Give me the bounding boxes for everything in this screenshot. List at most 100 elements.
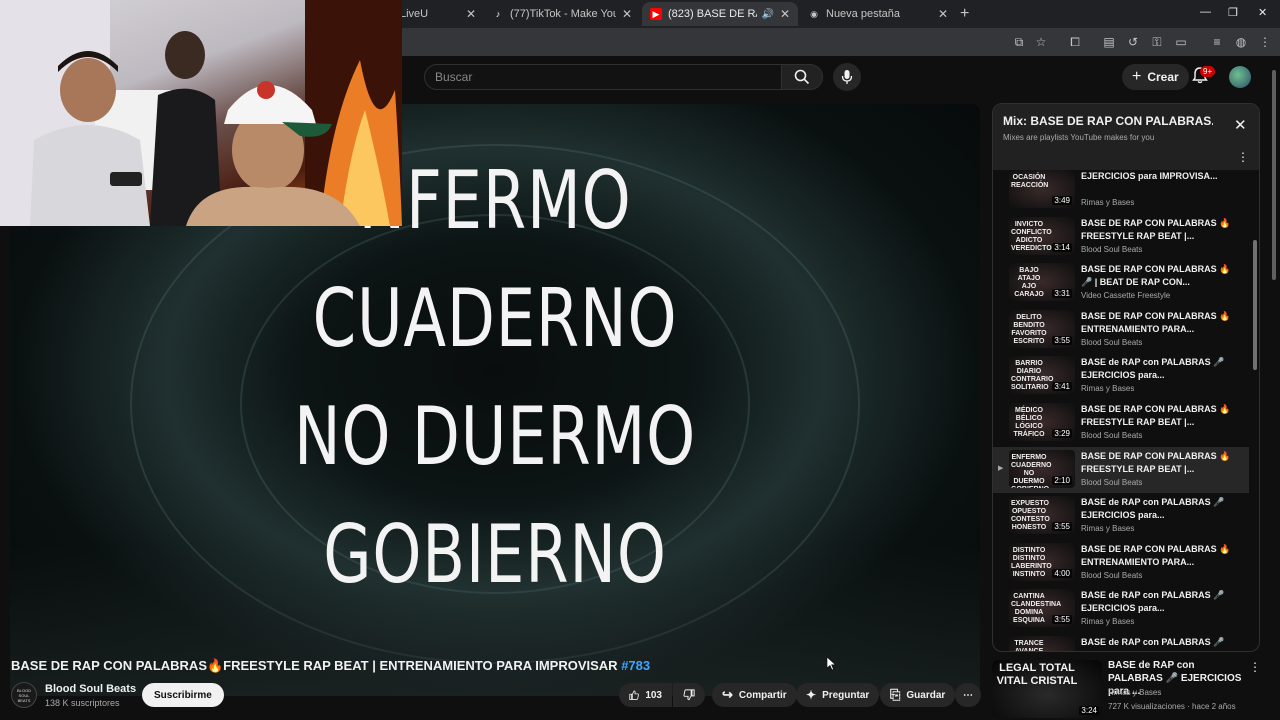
recommendation-channel[interactable]: Rimas y Bases [1108,688,1161,697]
password-key-icon[interactable]: ⚿ [1150,35,1164,49]
recommendation-thumb-text: LEGAL TOTAL VITAL CRISTAL [996,662,1078,687]
playlist-item-channel: Blood Soul Beats [1081,477,1143,487]
playlist-item[interactable]: CANTINA CLANDESTINA DOMINA ESQUINA 3:55 BA… [993,586,1249,632]
playlist-item-title[interactable]: BASE DE RAP CON PALABRAS 🔥FREESTYLE RAP … [1081,403,1241,429]
extensions-icon[interactable]: ⧠ [1068,35,1082,49]
channel-avatar[interactable]: BLOOD SOUL BEATS [11,682,37,708]
tab-youtube[interactable]: ▶ (823) BASE DE RAP CON PAL 🔊 ✕ [642,2,798,26]
playlist-item[interactable]: INVICTO CONFLICTO ADICTO VEREDICTO 3:14 BA… [993,214,1249,260]
mouse-cursor-icon [827,657,837,671]
bookmark-star-icon[interactable]: ☆ [1034,35,1048,49]
playlist-item-thumbnail[interactable]: MÉDICO BÉLICO LÓGICO TRÁFICO 3:29 [1009,403,1075,441]
playlist-item[interactable]: DELITO BENDITO FAVORITO ESCRITO 3:55 BASE … [993,307,1249,353]
page-scroll-thumb[interactable] [1272,70,1276,280]
recommendation-thumbnail[interactable]: LEGAL TOTAL VITAL CRISTAL 3:24 [992,660,1102,718]
playlist-item-title[interactable]: EJERCICIOS para IMPROVISA... [1081,170,1241,183]
playlist-item-title[interactable]: BASE de RAP con PALABRAS 🎤 EJERCICIOS pa… [1081,589,1241,615]
playlist-item-thumbnail[interactable]: DELITO BENDITO FAVORITO ESCRITO 3:55 [1009,309,1075,348]
globe-icon: ◉ [810,8,818,19]
playlist-item-title[interactable]: BASE de RAP con PALABRAS 🎤 EJERCICIOS pa… [1081,356,1241,382]
thumbs-up-icon [629,690,639,700]
close-window-button[interactable]: ✕ [1258,6,1267,19]
subscribe-button[interactable]: Suscribirme [142,683,224,707]
playlist-item[interactable]: EXPUESTO OPUESTO CONTESTO HONESTO 3:55 BAS… [993,493,1249,539]
tab-new[interactable]: ◉ Nueva pestaña ✕ [800,2,956,26]
playlist-item-title[interactable]: BASE DE RAP CON PALABRAS 🔥ENTRENAMIENTO … [1081,310,1241,336]
minimize-button[interactable]: — [1200,6,1211,18]
search-button[interactable] [781,64,823,90]
playlist-item[interactable]: OCASIÓN REACCIÓN 3:49 EJERCICIOS para IMPR… [993,170,1249,213]
playlist-item-title[interactable]: BASE DE RAP CON PALABRAS 🔥FREESTYLE RAP … [1081,217,1241,243]
audio-playing-icon[interactable]: 🔊 [761,9,773,20]
more-vertical-icon[interactable]: ⋮ [1249,660,1261,674]
history-icon[interactable]: ↺ [1126,35,1140,49]
playlist-item-thumbnail[interactable]: EXPUESTO OPUESTO CONTESTO HONESTO 3:55 [1009,496,1075,535]
playlist-item-thumbnail[interactable]: INVICTO CONFLICTO ADICTO VEREDICTO 3:14 [1009,216,1075,255]
account-avatar[interactable] [1229,66,1251,88]
playlist-item-thumbnail[interactable]: BAJO ATAJO AJO CARAJO 3:31 [1009,263,1075,302]
playlist-item-title[interactable]: BASE DE RAP CON PALABRAS 🔥🎤 | BEAT DE RA… [1081,263,1241,289]
playlist-item-thumbnail[interactable]: DISTINTO DISTINTO LABERINTO INSTINTO 4:00 [1009,542,1075,581]
new-tab-button[interactable]: + [960,5,969,23]
playlist-item-channel: Rimas y Bases [1081,524,1135,534]
playlist-item-thumbnail[interactable]: OCASIÓN REACCIÓN 3:49 [1009,170,1075,208]
notification-count-badge: 9+ [1200,66,1216,77]
playlist-item-title[interactable]: BASE DE RAP CON PALABRAS 🔥FREESTYLE RAP … [1081,450,1241,476]
browser-menu-icon[interactable]: ⋮ [1258,35,1272,49]
tab-liveu[interactable]: LiveU ✕ [392,2,484,26]
playlist-item-thumbnail[interactable]: TRANCE AVANCE BALANCE [1009,636,1075,651]
playlist-item-thumb-text: BAJO ATAJO AJO CARAJO [1014,267,1044,299]
playlist-item-thumbnail[interactable]: CANTINA CLANDESTINA DOMINA ESQUINA 3:55 [1009,589,1075,628]
playlist-item[interactable]: TRANCE AVANCE BALANCE BASE de RAP con PAL… [993,633,1249,651]
video-hashtag[interactable]: #783 [621,658,650,673]
install-app-icon[interactable]: ⧉ [1012,35,1026,49]
playlist-item[interactable]: BAJO ATAJO AJO CARAJO 3:31 BASE DE RAP CON… [993,260,1249,306]
more-vertical-icon[interactable]: ⋮ [1237,150,1249,164]
lyric-line-2: CUADERNO [312,272,678,365]
reading-mode-icon[interactable]: ▤ [1102,35,1116,49]
playlist-item[interactable]: MÉDICO BÉLICO LÓGICO TRÁFICO 3:29 BASE DE … [993,400,1249,446]
playlist-items: OCASIÓN REACCIÓN 3:49 EJERCICIOS para IMPR… [993,170,1251,651]
close-icon[interactable]: ✕ [1234,116,1247,134]
tab-tiktok[interactable]: ♪ (77)TikTok - Make Your Day ✕ [484,2,640,26]
playlist-item-title[interactable]: BASE de RAP con PALABRAS 🎤 EJERCICIOS pa… [1081,496,1241,522]
playlist-item-thumbnail[interactable]: ENFERMO CUADERNO NO DUERMO GOBIERNO2:10 [1009,449,1075,488]
playlist-item-thumbnail[interactable]: BARRIO DIARIO CONTRARIO SOLITARIO 3:41 [1009,356,1075,395]
share-button[interactable]: ↪ Compartir [712,683,797,707]
recommendation-meta: 727 K visualizaciones · hace 2 años [1108,702,1236,711]
wallet-icon[interactable]: ▭ [1174,35,1188,49]
playlist-scroll-thumb[interactable] [1253,240,1257,370]
playlist-item-title[interactable]: BASE DE RAP CON PALABRAS 🔥ENTRENAMIENTO … [1081,543,1241,569]
more-horizontal-icon: ⋯ [963,689,973,701]
playlist-item[interactable]: BARRIO DIARIO CONTRARIO SOLITARIO 3:41 BAS… [993,353,1249,399]
more-actions-button[interactable]: ⋯ [955,683,981,707]
playlist-item-duration: 3:55 [1052,335,1072,345]
playlist-item-duration: 3:49 [1052,196,1072,205]
playlist-item-channel: Blood Soul Beats [1081,244,1143,254]
playlist-item-thumb-text: EXPUESTO OPUESTO CONTESTO HONESTO [1011,500,1050,532]
like-button[interactable]: 103 [619,683,672,707]
playlist-title[interactable]: Mix: BASE DE RAP CON PALABRAS... [1003,114,1213,128]
channel-name[interactable]: Blood Soul Beats [45,683,136,695]
voice-search-button[interactable] [833,63,861,91]
close-tab-icon[interactable]: ✕ [466,7,476,21]
ask-button[interactable]: ✦ Preguntar [796,683,880,707]
close-tab-icon[interactable]: ✕ [622,7,632,21]
playlist-item-title[interactable]: BASE de RAP con PALABRAS 🎤 EJERCICIOS pa… [1081,636,1241,651]
playlist-scrollbar[interactable] [1252,170,1258,651]
maximize-button[interactable]: ❐ [1228,6,1238,19]
lyric-line-3: NO DUERMO [293,390,697,483]
search-input[interactable] [435,70,781,84]
profile-icon[interactable]: ◍ [1234,35,1248,49]
playlist-item[interactable]: DISTINTO DISTINTO LABERINTO INSTINTO 4:00… [993,540,1249,586]
save-button[interactable]: ⎘ Guardar [880,683,956,707]
playlist-item[interactable]: ▶ ENFERMO CUADERNO NO DUERMO GOBIERNO2:10… [993,446,1249,493]
create-button[interactable]: + Crear [1122,64,1189,90]
dislike-button[interactable] [673,683,705,707]
page-scrollbar[interactable] [1270,58,1278,720]
tab-search-icon[interactable]: ≡ [1210,35,1224,49]
playlist-item-duration: 3:41 [1052,382,1072,392]
playlist-item-channel: Rimas y Bases [1081,198,1135,207]
close-tab-icon[interactable]: ✕ [780,7,790,21]
close-tab-icon[interactable]: ✕ [938,7,948,21]
